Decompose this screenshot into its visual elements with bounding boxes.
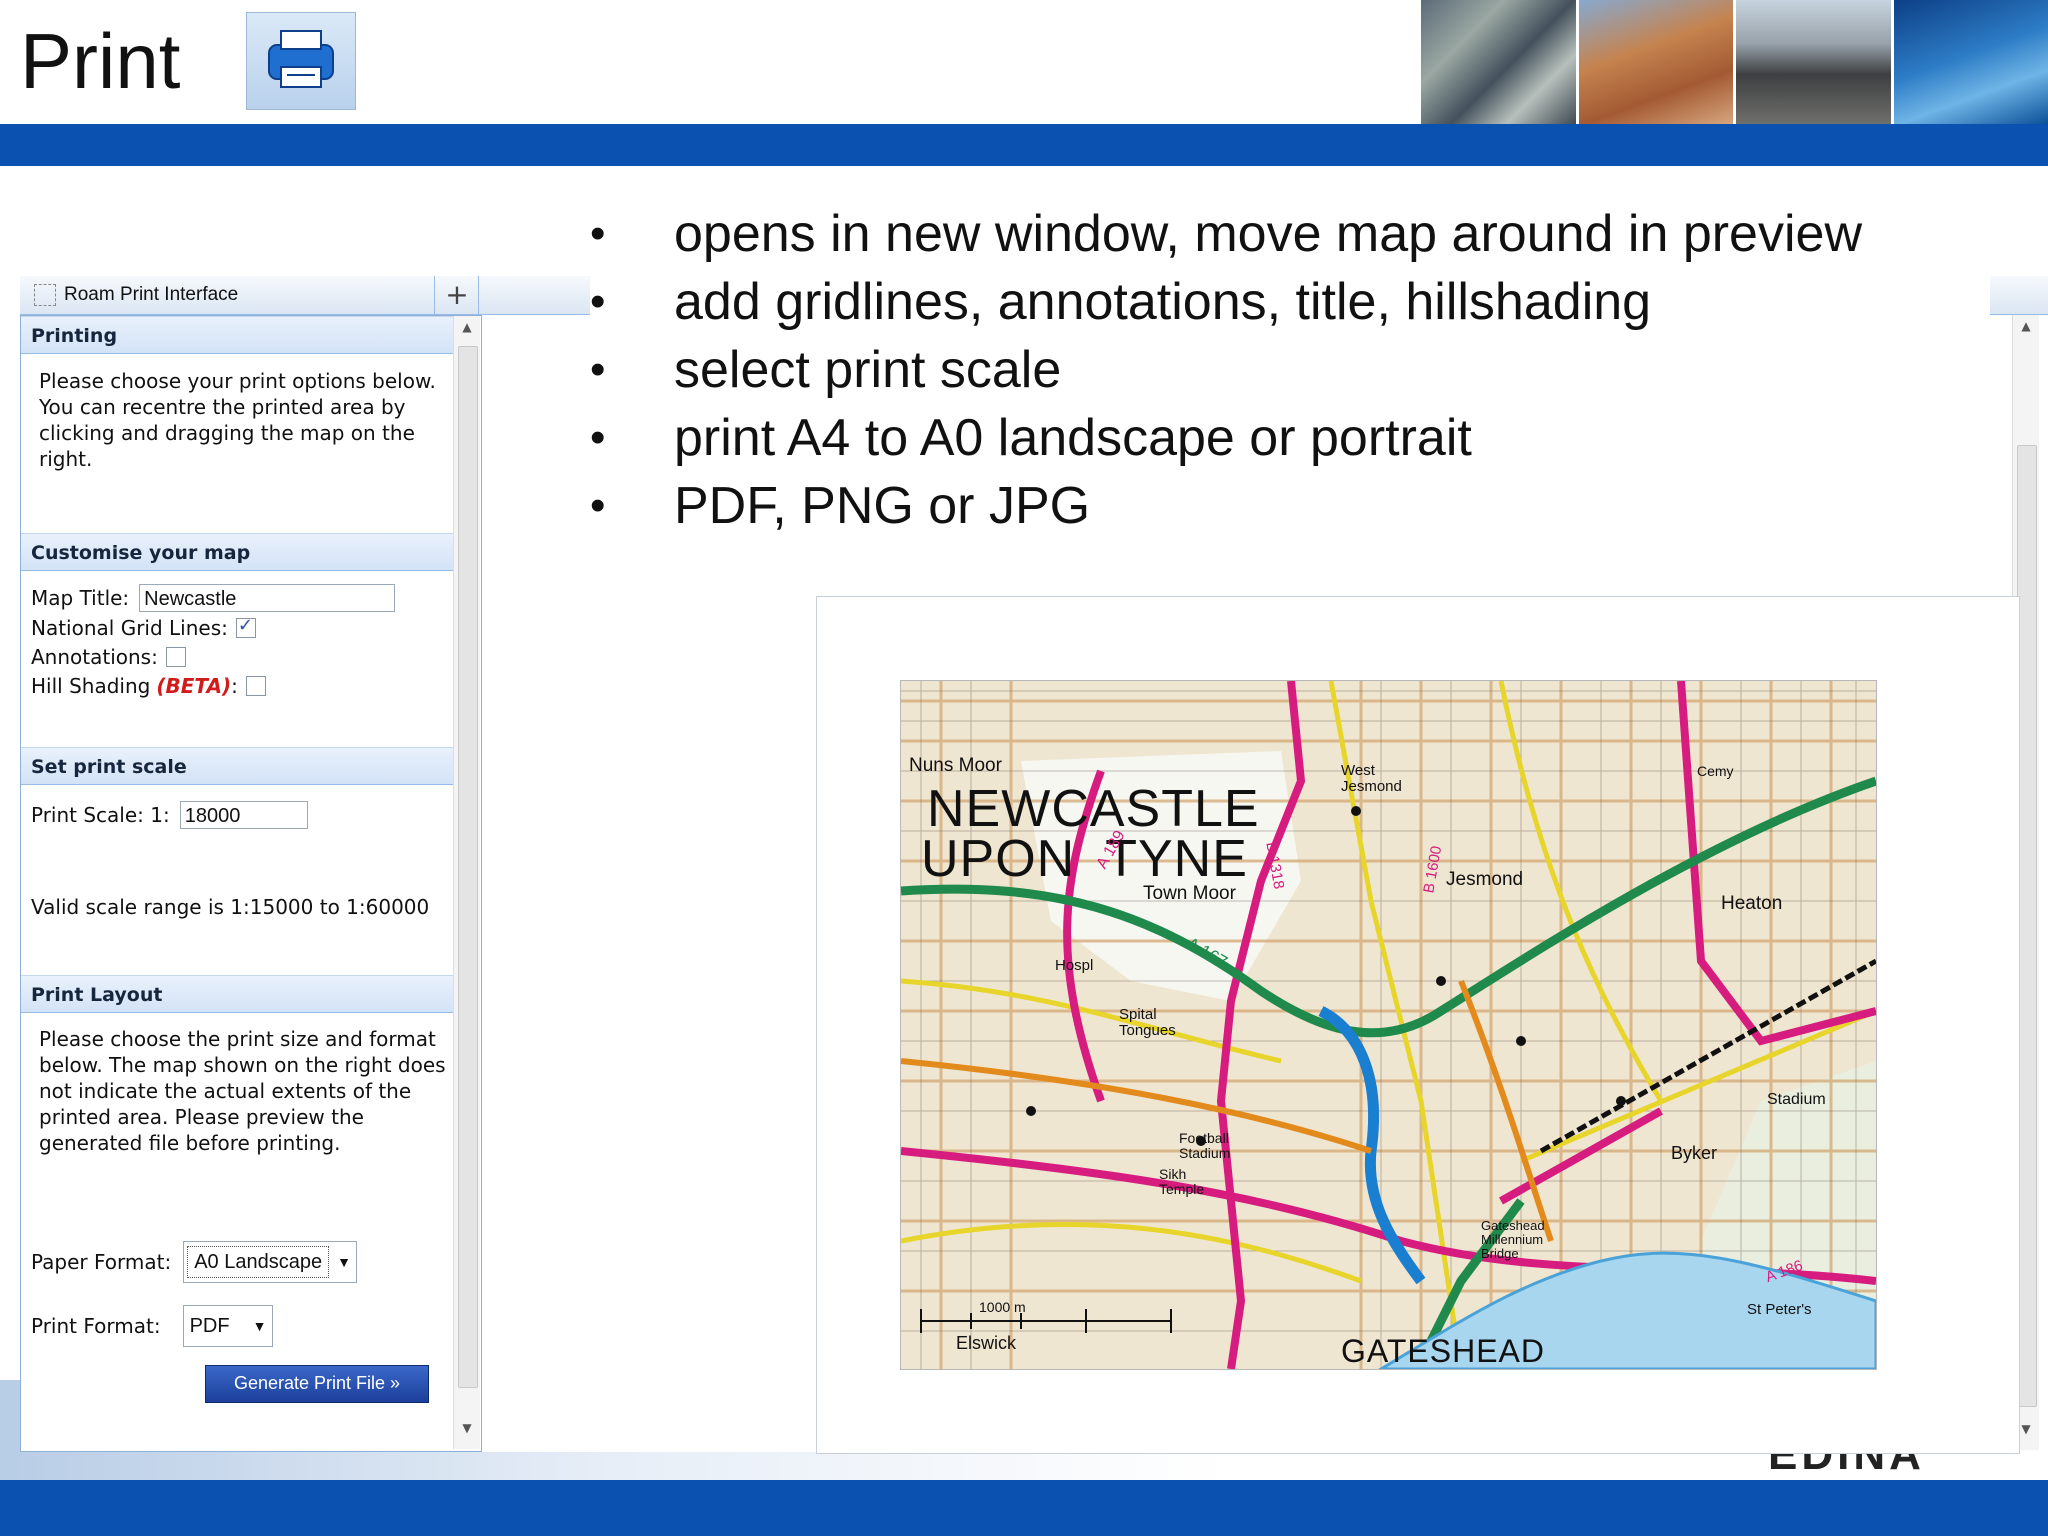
bullet-item: print A4 to A0 landscape or portrait — [590, 404, 1990, 472]
hill-shading-label: Hill Shading — [31, 674, 151, 698]
map-scale-bar-label: 1000 m — [979, 1299, 1026, 1315]
hill-shading-checkbox[interactable] — [245, 676, 266, 696]
paper-format-row: Paper Format: A0 Landscape ▼ — [31, 1241, 358, 1283]
annotations-row: Annotations: — [31, 645, 186, 669]
newcastle-map[interactable]: Nuns Moor NEWCASTLE UPON TYNE Town Moor … — [900, 680, 1877, 1370]
header-bar — [0, 124, 2048, 166]
scroll-thumb[interactable] — [2017, 445, 2037, 1407]
bullet-item: select print scale — [590, 336, 1990, 404]
paper-format-select[interactable]: A0 Landscape ▼ — [183, 1241, 358, 1283]
map-label-west-jesmond: West Jesmond — [1341, 762, 1402, 795]
map-label-gateshead: GATESHEAD — [1341, 1333, 1545, 1369]
print-scale-label: Print Scale: 1: — [31, 803, 170, 827]
rock-photo — [1575, 0, 1733, 124]
map-label-sikh-temple: Sikh Temple — [1159, 1166, 1205, 1197]
map-label-st-peters: St Peter's — [1747, 1301, 1812, 1318]
paper-format-value: A0 Landscape — [187, 1246, 330, 1278]
map-label-spital-tongues: Spital Tongues — [1119, 1006, 1176, 1039]
map-title-label: Map Title: — [31, 586, 130, 610]
tab-label: Roam Print Interface — [64, 284, 239, 305]
bullet-item: PDF, PNG or JPG — [590, 472, 1990, 540]
print-format-value: PDF — [189, 1314, 230, 1337]
aerial-photo — [1418, 0, 1576, 124]
map-label-heaton: Heaton — [1721, 893, 1783, 914]
header-photo-strip — [1418, 0, 2048, 124]
scroll-down-icon[interactable]: ▼ — [454, 1421, 480, 1445]
paper-format-label: Paper Format: — [31, 1250, 172, 1274]
footer-bar — [0, 1480, 2048, 1536]
printing-instructions: Please choose your print options below. … — [39, 369, 436, 471]
map-label-cemy: Cemy — [1697, 763, 1734, 779]
grid-lines-label: National Grid Lines: — [31, 616, 228, 640]
map-title-input[interactable]: Newcastle — [139, 584, 396, 612]
print-scale-row: Print Scale: 1: 18000 — [31, 801, 308, 829]
slide-title: Print — [20, 17, 181, 105]
scroll-up-icon[interactable]: ▲ — [454, 320, 480, 344]
map-label-town-moor: Town Moor — [1143, 883, 1236, 904]
add-tab-button[interactable]: + — [436, 276, 479, 314]
map-label-millennium-bridge: Gateshead Millennium Bridge — [1481, 1218, 1545, 1261]
printing-header: Printing — [21, 316, 453, 354]
customise-header: Customise your map — [21, 533, 453, 571]
dashed-square-icon — [34, 284, 56, 306]
print-format-label: Print Format: — [31, 1314, 161, 1338]
grid-lines-checkbox[interactable] — [235, 615, 256, 638]
set-print-scale-header: Set print scale — [21, 747, 453, 785]
map-label-hospl: Hospl — [1055, 957, 1094, 974]
bullet-item: add gridlines, annotations, title, hills… — [590, 268, 1990, 336]
hill-shading-colon: : — [231, 674, 238, 698]
bullet-item: opens in new window, move map around in … — [590, 200, 1990, 268]
scroll-thumb[interactable] — [458, 346, 478, 1388]
chevron-down-icon: ▼ — [337, 1254, 352, 1270]
hill-shading-row: Hill Shading (BETA) : — [31, 674, 266, 698]
annotations-checkbox[interactable] — [165, 647, 186, 667]
map-title-row: Map Title: Newcastle — [31, 584, 396, 612]
left-panel-scrollbar[interactable]: ▲ ▼ — [453, 316, 480, 1449]
grid-lines-row: National Grid Lines: — [31, 615, 256, 640]
map-label-nuns-moor: Nuns Moor — [909, 755, 1002, 776]
print-format-row: Print Format: PDF ▼ — [31, 1305, 273, 1347]
printer-icon — [246, 12, 356, 110]
map-label-city-line2: UPON TYNE — [921, 830, 1248, 888]
generate-print-file-button[interactable]: Generate Print File » — [205, 1365, 429, 1403]
scroll-up-icon[interactable]: ▲ — [2013, 319, 2039, 343]
print-layout-instructions: Please choose the print size and format … — [39, 1027, 446, 1155]
print-options-panel: Printing Please choose your print option… — [20, 315, 482, 1452]
chevron-down-icon: ▼ — [252, 1318, 267, 1334]
cathedral-photo — [1733, 0, 1891, 124]
map-label-stadium: Stadium — [1767, 1091, 1826, 1108]
print-scale-input[interactable]: 18000 — [179, 801, 308, 829]
map-label-byker: Byker — [1671, 1143, 1718, 1163]
wave-photo — [1890, 0, 2048, 124]
map-label-elswick: Elswick — [956, 1333, 1017, 1353]
map-label-football-stadium: Football Stadium — [1179, 1130, 1231, 1161]
tab-roam-print-interface[interactable]: Roam Print Interface — [20, 276, 435, 314]
map-label-jesmond: Jesmond — [1446, 869, 1524, 890]
print-format-select[interactable]: PDF ▼ — [182, 1305, 273, 1347]
slide-bullets: opens in new window, move map around in … — [590, 200, 1990, 540]
annotations-label: Annotations: — [31, 645, 158, 669]
beta-tag: (BETA) — [156, 674, 232, 698]
valid-scale-range: Valid scale range is 1:15000 to 1:60000 — [31, 895, 430, 919]
print-layout-header: Print Layout — [21, 975, 453, 1013]
